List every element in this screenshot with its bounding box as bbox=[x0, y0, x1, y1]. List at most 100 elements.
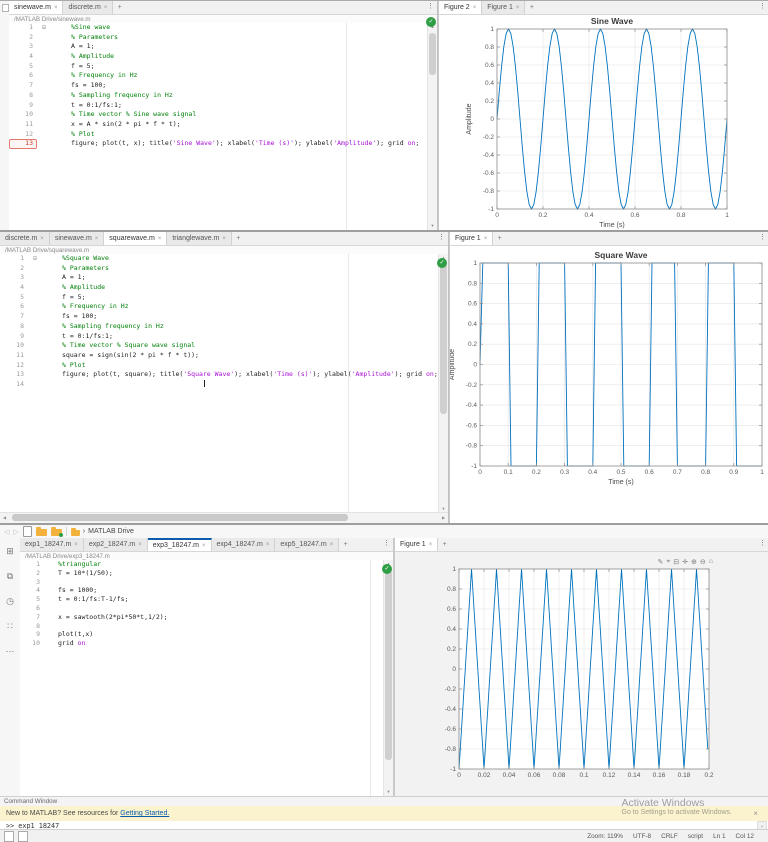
code-line[interactable]: 4 % Amplitude bbox=[0, 283, 439, 293]
code-line[interactable]: 5 f = 5; bbox=[9, 62, 428, 72]
line-number[interactable]: 4 bbox=[20, 586, 44, 595]
figure-tab-figure-2[interactable]: Figure 2 × bbox=[439, 1, 483, 14]
versions-history-icon[interactable]: ◷ bbox=[6, 596, 14, 607]
line-number[interactable]: 4 bbox=[0, 283, 28, 293]
code-line[interactable]: 10 % Time vector % Square wave signal bbox=[0, 341, 439, 351]
line-number[interactable]: 10 bbox=[9, 110, 37, 120]
line-number[interactable]: 7 bbox=[9, 81, 37, 91]
editor-tab-exp5-18247-m[interactable]: exp5_18247.m × bbox=[275, 538, 340, 551]
new-tab-button[interactable]: + bbox=[339, 538, 352, 551]
line-number[interactable]: 12 bbox=[9, 130, 37, 140]
tab-close-icon[interactable]: × bbox=[40, 236, 44, 242]
scroll-right-icon[interactable]: ▶ bbox=[439, 513, 448, 523]
tab-close-icon[interactable]: × bbox=[202, 543, 206, 549]
code-analyzer-ok-icon[interactable]: ✓ bbox=[426, 17, 436, 27]
collapsed-panel-icon[interactable] bbox=[2, 4, 9, 12]
tab-close-icon[interactable]: × bbox=[95, 236, 99, 242]
line-number[interactable]: 1 bbox=[20, 560, 44, 569]
getting-started-link[interactable]: Getting Started. bbox=[120, 810, 169, 817]
new-tab-button[interactable]: + bbox=[113, 1, 126, 14]
scroll-down-icon[interactable]: ▼ bbox=[384, 788, 393, 796]
code-line[interactable]: 10 % Time vector % Sine wave signal bbox=[9, 110, 428, 120]
editor-tab-squarewave-m[interactable]: squarewave.m × bbox=[104, 232, 168, 245]
tab-close-icon[interactable]: × bbox=[138, 542, 142, 548]
open-folder-icon[interactable] bbox=[35, 527, 47, 536]
line-number[interactable]: 2 bbox=[20, 569, 44, 578]
apps-icon[interactable]: ∷ bbox=[7, 621, 13, 632]
save-icon[interactable] bbox=[22, 526, 32, 537]
scrollbar-thumb[interactable] bbox=[12, 514, 348, 521]
code-line[interactable]: 3 bbox=[20, 578, 384, 587]
code-line[interactable]: 6 bbox=[20, 604, 384, 613]
line-number[interactable]: 10 bbox=[20, 639, 44, 648]
tab-close-icon[interactable]: × bbox=[104, 5, 108, 11]
code-line[interactable]: 3 A = 1; bbox=[0, 273, 439, 283]
code-area[interactable]: 1 ⊟ %Square Wave 2 % Parameters 3 A = 1; 4 % Amp… bbox=[0, 254, 439, 513]
editor-tab-exp2-18247-m[interactable]: exp2_18247.m × bbox=[83, 538, 148, 551]
code-line[interactable]: 2 T = 10*(1/50); bbox=[20, 569, 384, 578]
code-line[interactable]: 1 ⊟ %Square Wave bbox=[0, 254, 439, 264]
line-number[interactable]: 11 bbox=[0, 351, 28, 361]
tab-overflow-icon[interactable]: ⋮ bbox=[383, 539, 390, 547]
minimized-panel-icon[interactable] bbox=[4, 830, 14, 842]
line-number[interactable]: 6 bbox=[9, 71, 37, 81]
breadcrumb[interactable]: › MATLAB Drive bbox=[70, 527, 134, 536]
code-line[interactable]: 6 % Frequency in Hz bbox=[0, 302, 439, 312]
tab-close-icon[interactable]: × bbox=[266, 542, 270, 548]
datatips-icon[interactable]: ⊟ bbox=[673, 558, 679, 566]
tab-close-icon[interactable]: × bbox=[516, 5, 520, 11]
code-line[interactable]: 12 % Plot bbox=[0, 361, 439, 371]
scrollbar-thumb[interactable] bbox=[440, 264, 447, 414]
new-tab-button[interactable]: + bbox=[438, 538, 451, 551]
tab-close-icon[interactable]: × bbox=[473, 5, 477, 11]
line-number[interactable]: 3 bbox=[9, 42, 37, 52]
scroll-down-icon[interactable]: ▼ bbox=[428, 222, 437, 230]
line-number[interactable]: 5 bbox=[20, 595, 44, 604]
editor-tab-discrete-m[interactable]: discrete.m × bbox=[0, 232, 50, 245]
vertical-scrollbar[interactable]: ▲ ▼ bbox=[438, 254, 448, 513]
brush-icon[interactable]: ⌖ bbox=[666, 558, 670, 566]
code-area[interactable]: 1 %triangular 2 T = 10*(1/50); 3 4 fs = 1000; 5… bbox=[20, 560, 384, 796]
figure-tab-figure-1[interactable]: Figure 1 × bbox=[482, 1, 526, 14]
code-line[interactable]: 2 % Parameters bbox=[9, 33, 428, 43]
code-line[interactable]: 9 t = 0:1/fs:1; bbox=[0, 332, 439, 342]
code-line[interactable]: 8 bbox=[20, 622, 384, 631]
code-analyzer-ok-icon[interactable]: ✓ bbox=[382, 564, 392, 574]
line-number[interactable]: 6 bbox=[20, 604, 44, 613]
new-tab-button[interactable]: + bbox=[525, 1, 538, 14]
zoom-out-icon[interactable]: ⊖ bbox=[700, 558, 706, 566]
line-number[interactable]: 1 bbox=[0, 254, 28, 264]
code-line[interactable]: 7 fs = 100; bbox=[9, 81, 428, 91]
tab-overflow-icon[interactable]: ⋮ bbox=[427, 2, 434, 10]
line-number[interactable]: 12 bbox=[0, 361, 28, 371]
figure-tab-figure-1[interactable]: Figure 1 × bbox=[395, 538, 439, 551]
editor-tab-trianglewave-m[interactable]: trianglewave.m × bbox=[167, 232, 232, 245]
line-number[interactable]: 8 bbox=[0, 322, 28, 332]
more-tools-icon[interactable]: ⋯ bbox=[6, 646, 15, 657]
editor-tab-discrete-m[interactable]: discrete.m × bbox=[63, 1, 114, 14]
code-line[interactable]: 6 % Frequency in Hz bbox=[9, 71, 428, 81]
square-wave-chart[interactable]: 0 0.1 0.2 0.3 0.4 0.5 0.6 0.7 0.8 0.9 1 -1 -0.8 -0.6 -… bbox=[450, 245, 768, 523]
line-number[interactable]: 5 bbox=[9, 62, 37, 72]
figure-tab-figure-1[interactable]: Figure 1 × bbox=[450, 232, 494, 245]
error-line-number[interactable]: 13 bbox=[9, 139, 37, 149]
tab-overflow-icon[interactable]: ⋮ bbox=[759, 539, 766, 547]
zoom-in-icon[interactable]: ⊕ bbox=[691, 558, 697, 566]
tab-overflow-icon[interactable]: ⋮ bbox=[759, 233, 766, 241]
line-number[interactable]: 3 bbox=[20, 578, 44, 587]
code-line[interactable]: 11 x = A * sin(2 * pi * f * t); bbox=[9, 120, 428, 130]
code-line[interactable]: 3 A = 1; bbox=[9, 42, 428, 52]
line-number[interactable]: 6 bbox=[0, 302, 28, 312]
editor-tab-exp3-18247-m[interactable]: exp3_18247.m × bbox=[147, 538, 212, 551]
code-line[interactable]: 1 %triangular bbox=[20, 560, 384, 569]
line-number[interactable]: 9 bbox=[9, 101, 37, 111]
tab-close-icon[interactable]: × bbox=[158, 236, 162, 242]
editor-tab-sinewave-m[interactable]: sinewave.m × bbox=[9, 1, 64, 14]
tab-close-icon[interactable]: × bbox=[222, 236, 226, 242]
panel-layout-icon[interactable]: ⊞ bbox=[6, 546, 14, 557]
line-number[interactable]: 10 bbox=[0, 341, 28, 351]
line-number[interactable]: 7 bbox=[20, 613, 44, 622]
line-number[interactable]: 4 bbox=[9, 52, 37, 62]
upload-folder-icon[interactable] bbox=[50, 527, 63, 537]
code-fold-icon[interactable]: ⊟ bbox=[37, 23, 51, 33]
